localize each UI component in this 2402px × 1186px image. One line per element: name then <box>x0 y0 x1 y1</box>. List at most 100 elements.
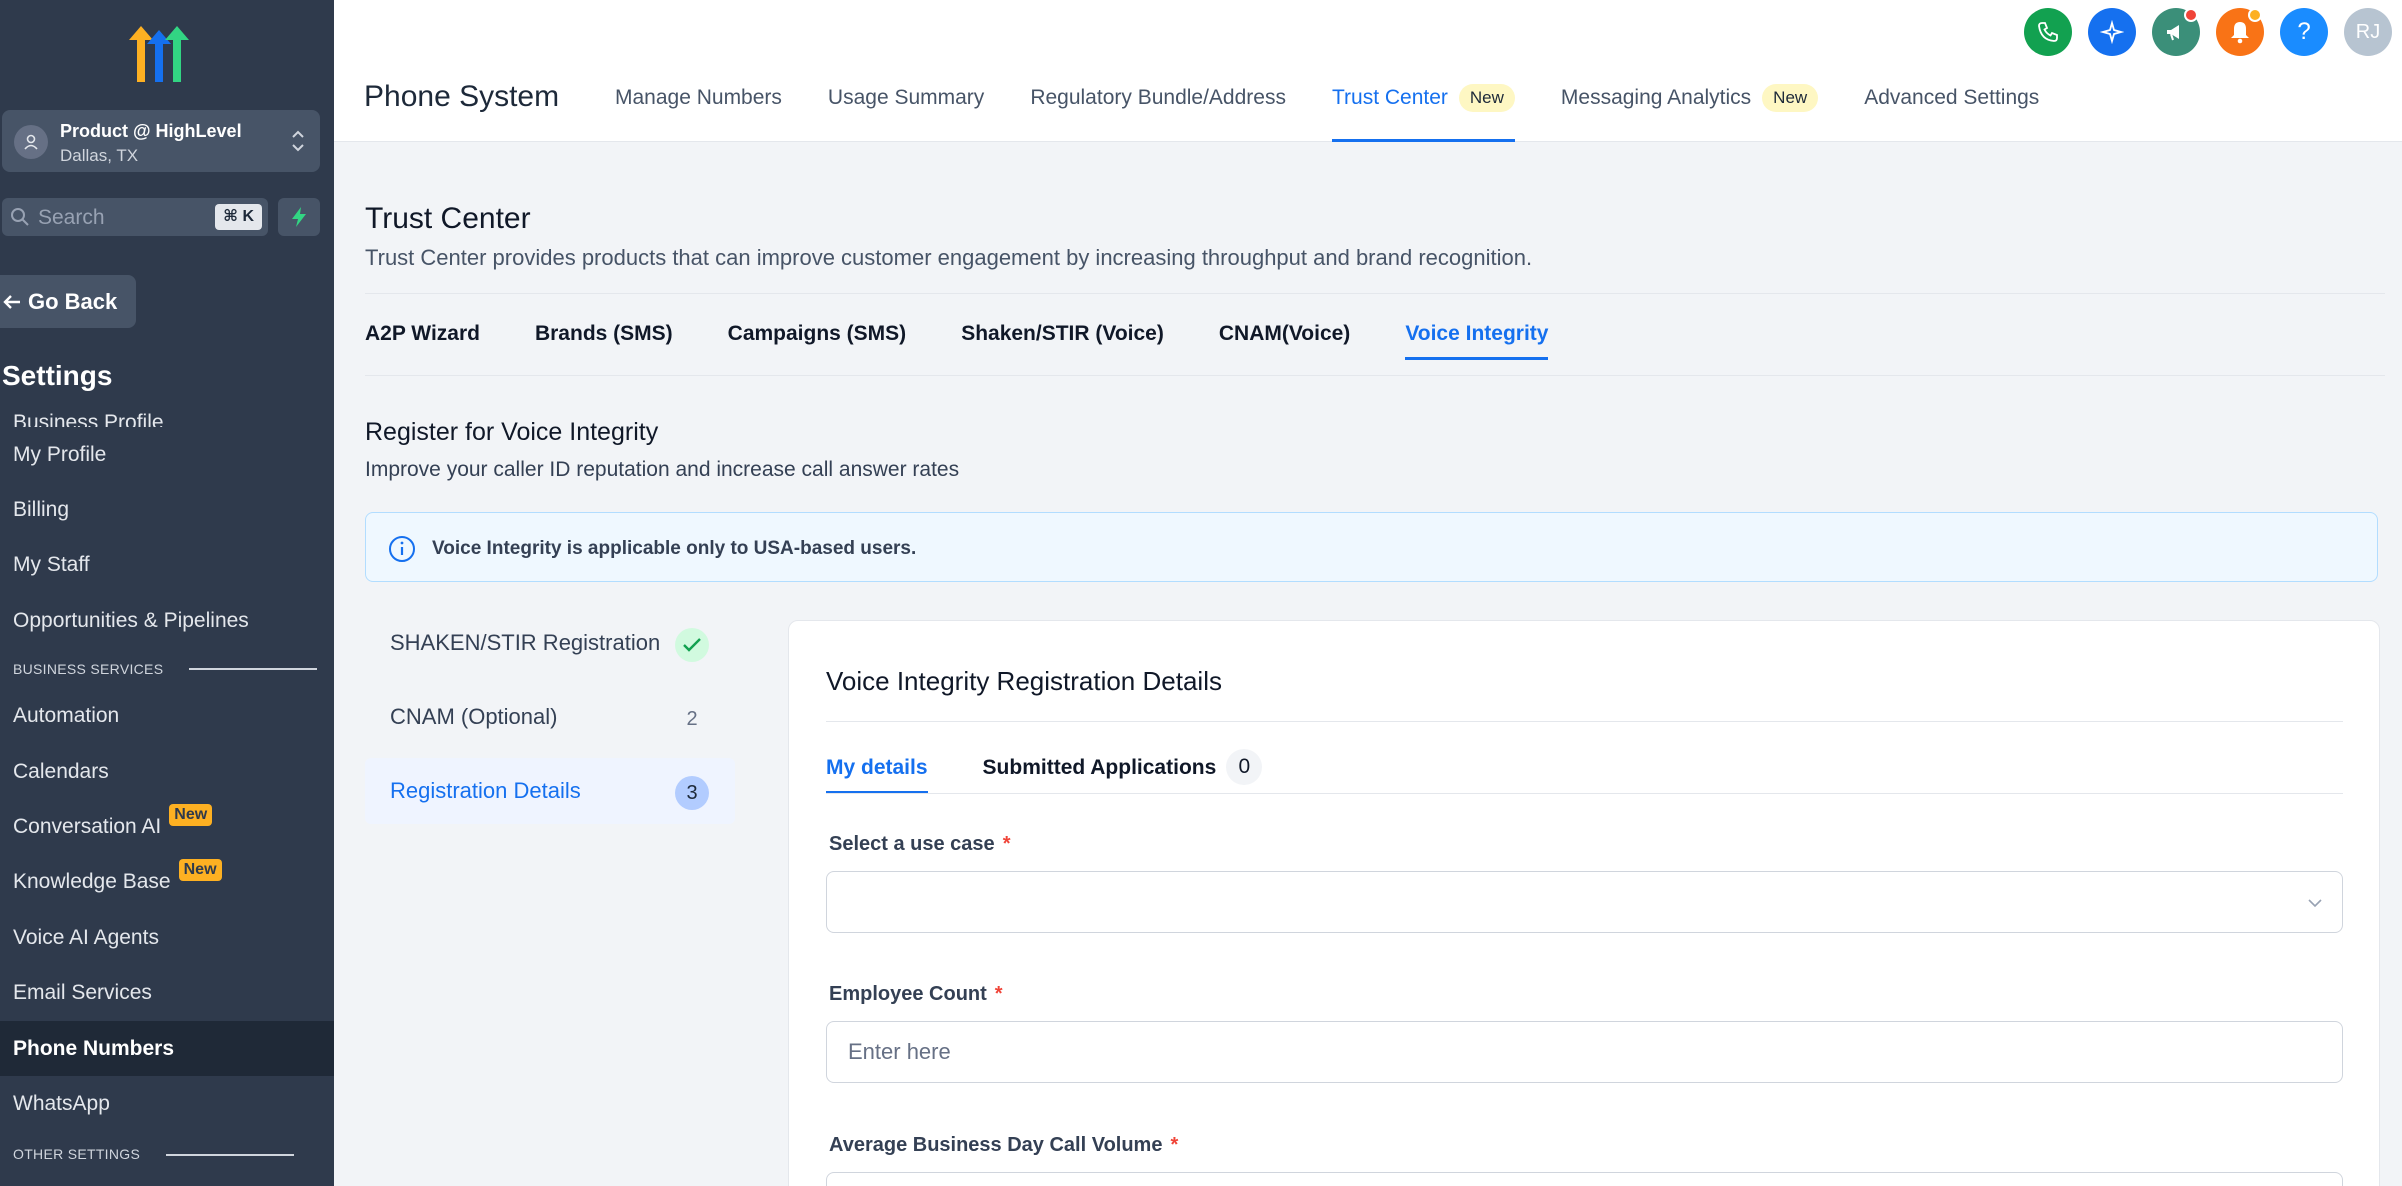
register-title: Register for Voice Integrity <box>365 418 659 446</box>
search-shortcut: ⌘ K <box>215 204 262 230</box>
tab-label: Submitted Applications <box>982 756 1217 779</box>
location-switcher[interactable]: Product @ HighLevel Dallas, TX <box>2 110 320 172</box>
section-title: Trust Center <box>365 202 531 235</box>
help-button[interactable]: ? <box>2280 8 2328 56</box>
sidebar-item-label: Email Services <box>13 981 152 1005</box>
location-icon <box>14 125 48 159</box>
info-banner: Voice Integrity is applicable only to US… <box>365 512 2378 582</box>
settings-title: Settings <box>2 360 113 391</box>
required-asterisk: * <box>1002 833 1011 855</box>
call-volume-input[interactable] <box>826 1172 2343 1186</box>
registration-details-card: Voice Integrity Registration Details My … <box>788 620 2380 1186</box>
sidebar-item-opportunities[interactable]: Opportunities & Pipelines <box>0 593 334 648</box>
sidebar-item-label: Conversation AI <box>13 815 162 839</box>
tab-a2p-wizard[interactable]: A2P Wizard <box>365 322 480 360</box>
required-asterisk: * <box>1170 1134 1179 1156</box>
user-avatar[interactable]: RJ <box>2344 8 2392 56</box>
section-description: Trust Center provides products that can … <box>365 245 1533 270</box>
step-number: 3 <box>675 776 709 810</box>
sidebar-item-automation[interactable]: Automation <box>0 689 334 744</box>
search-icon <box>11 208 29 226</box>
submitted-count-badge: 0 <box>1226 749 1263 785</box>
phone-system-nav: Phone System Manage Numbers Usage Summar… <box>334 74 2402 142</box>
settings-nav: Business Profile My Profile Billing My S… <box>0 395 334 1162</box>
sidebar-item-billing[interactable]: Billing <box>0 482 334 537</box>
sidebar-item-my-profile[interactable]: My Profile <box>0 427 334 482</box>
go-back-button[interactable]: Go Back <box>0 275 136 328</box>
section-header-business-services: BUSINESS SERVICES <box>0 649 334 689</box>
field-label-text: Select a use case <box>829 833 995 855</box>
sidebar-item-label: Billing <box>13 498 70 522</box>
sidebar-item-conversation-ai[interactable]: Conversation AI New <box>0 799 334 854</box>
employee-count-input[interactable]: Enter here <box>826 1021 2343 1083</box>
tab-label: Usage Summary <box>827 86 985 109</box>
new-badge: New <box>1458 84 1515 112</box>
section-divider <box>189 667 318 670</box>
sidebar-item-label: WhatsApp <box>13 1091 110 1115</box>
sidebar-item-email-services[interactable]: Email Services <box>0 966 334 1021</box>
sidebar-search[interactable]: Search ⌘ K <box>2 198 268 236</box>
step-label: SHAKEN/STIR Registration <box>390 630 661 655</box>
sidebar-item-label: Opportunities & Pipelines <box>13 608 249 632</box>
notification-dot <box>2184 8 2198 22</box>
tab-label: Advanced Settings <box>1864 86 2040 109</box>
help-icon: ? <box>2297 18 2311 45</box>
step-shaken-stir[interactable]: SHAKEN/STIR Registration <box>365 610 735 676</box>
info-icon <box>389 536 415 562</box>
card-title: Voice Integrity Registration Details <box>826 666 1222 696</box>
sidebar-item-voice-ai-agents[interactable]: Voice AI Agents <box>0 910 334 965</box>
sidebar-item-business-profile[interactable]: Business Profile <box>0 395 334 427</box>
notifications-button[interactable] <box>2216 8 2264 56</box>
divider <box>365 293 2385 294</box>
tab-campaigns-sms[interactable]: Campaigns (SMS) <box>728 322 907 360</box>
megaphone-icon <box>2167 25 2179 41</box>
sidebar-item-label: Business Profile <box>13 411 164 427</box>
sidebar-item-label: Knowledge Base <box>13 870 171 894</box>
trust-center-tabs: A2P Wizard Brands (SMS) Campaigns (SMS) … <box>365 322 1549 360</box>
tab-usage-summary[interactable]: Usage Summary <box>805 64 1007 132</box>
phone-button[interactable] <box>2024 8 2072 56</box>
announcements-button[interactable] <box>2152 8 2200 56</box>
tab-advanced-settings[interactable]: Advanced Settings <box>1841 64 2062 132</box>
section-label: OTHER SETTINGS <box>13 1145 141 1162</box>
sidebar-item-whatsapp[interactable]: WhatsApp <box>0 1076 334 1131</box>
top-bar: ? RJ <box>334 0 2402 74</box>
use-case-select[interactable] <box>826 871 2343 933</box>
search-placeholder: Search <box>38 206 105 229</box>
sidebar-item-label: Automation <box>13 704 120 728</box>
field-label-text: Employee Count <box>829 983 987 1005</box>
top-actions: ? RJ <box>2024 8 2392 56</box>
tab-voice-integrity[interactable]: Voice Integrity <box>1405 322 1549 360</box>
sidebar-item-label: Calendars <box>13 759 109 783</box>
quick-actions-button[interactable] <box>278 198 320 236</box>
sidebar-item-phone-numbers[interactable]: Phone Numbers <box>0 1020 334 1077</box>
step-registration-details[interactable]: Registration Details 3 <box>365 758 735 824</box>
sidebar-item-knowledge-base[interactable]: Knowledge Base New <box>0 855 334 910</box>
info-text: Voice Integrity is applicable only to US… <box>432 538 917 559</box>
arrow-left-icon <box>3 294 20 309</box>
section-label: BUSINESS SERVICES <box>13 660 164 677</box>
details-tabs: My details Submitted Applications 0 <box>826 749 1263 799</box>
tab-cnam-voice[interactable]: CNAM(Voice) <box>1219 322 1350 360</box>
divider <box>826 793 2343 794</box>
tab-shaken-stir-voice[interactable]: Shaken/STIR (Voice) <box>961 322 1164 360</box>
tab-my-details[interactable]: My details <box>826 756 928 794</box>
sidebar-item-calendars[interactable]: Calendars <box>0 744 334 799</box>
step-cnam[interactable]: CNAM (Optional) 2 <box>365 684 735 750</box>
tab-regulatory-bundle[interactable]: Regulatory Bundle/Address <box>1007 64 1309 132</box>
brand-logo[interactable] <box>125 24 195 84</box>
field-label-text: Average Business Day Call Volume <box>829 1134 1163 1156</box>
use-case-label: Select a use case * <box>829 833 1010 856</box>
phone-system-tabs: Manage Numbers Usage Summary Regulatory … <box>592 74 2062 142</box>
tab-manage-numbers[interactable]: Manage Numbers <box>592 64 805 132</box>
tab-trust-center[interactable]: Trust Center New <box>1309 64 1538 142</box>
sidebar-item-my-staff[interactable]: My Staff <box>0 538 334 593</box>
tab-brands-sms[interactable]: Brands (SMS) <box>535 322 673 360</box>
main-content: Trust Center Trust Center provides produ… <box>334 142 2402 1186</box>
ai-assistant-button[interactable] <box>2088 8 2136 56</box>
tab-messaging-analytics[interactable]: Messaging Analytics New <box>1538 64 1841 132</box>
tab-submitted-applications[interactable]: Submitted Applications 0 <box>982 749 1263 799</box>
tab-label: Messaging Analytics <box>1560 86 1752 109</box>
section-header-other-settings: OTHER SETTINGS <box>0 1132 334 1162</box>
notification-dot <box>2248 8 2262 22</box>
